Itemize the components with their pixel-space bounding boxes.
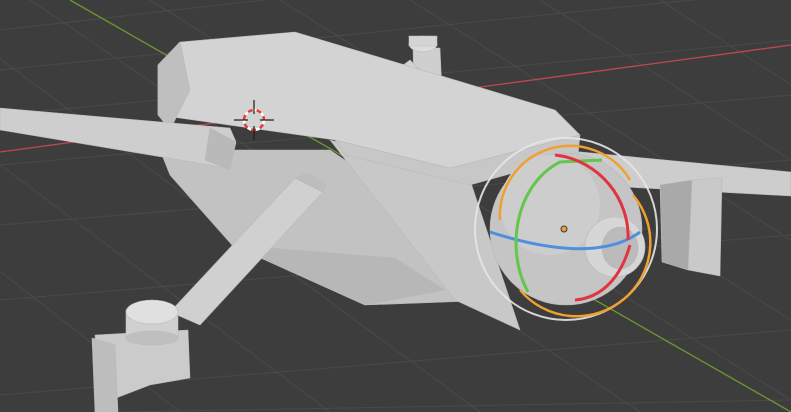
- front-motor-cap-bottom: [125, 330, 179, 346]
- gizmo-pivot-point[interactable]: [560, 225, 568, 233]
- right-arm-end-shade: [659, 179, 693, 271]
- back-motor-cap-side: [408, 35, 438, 47]
- front-motor-cap: [125, 299, 179, 325]
- 3d-viewport[interactable]: [0, 0, 791, 412]
- front-motor-housing-side: [91, 337, 119, 412]
- camera-lens: [601, 226, 639, 270]
- right-arm-end: [687, 177, 723, 277]
